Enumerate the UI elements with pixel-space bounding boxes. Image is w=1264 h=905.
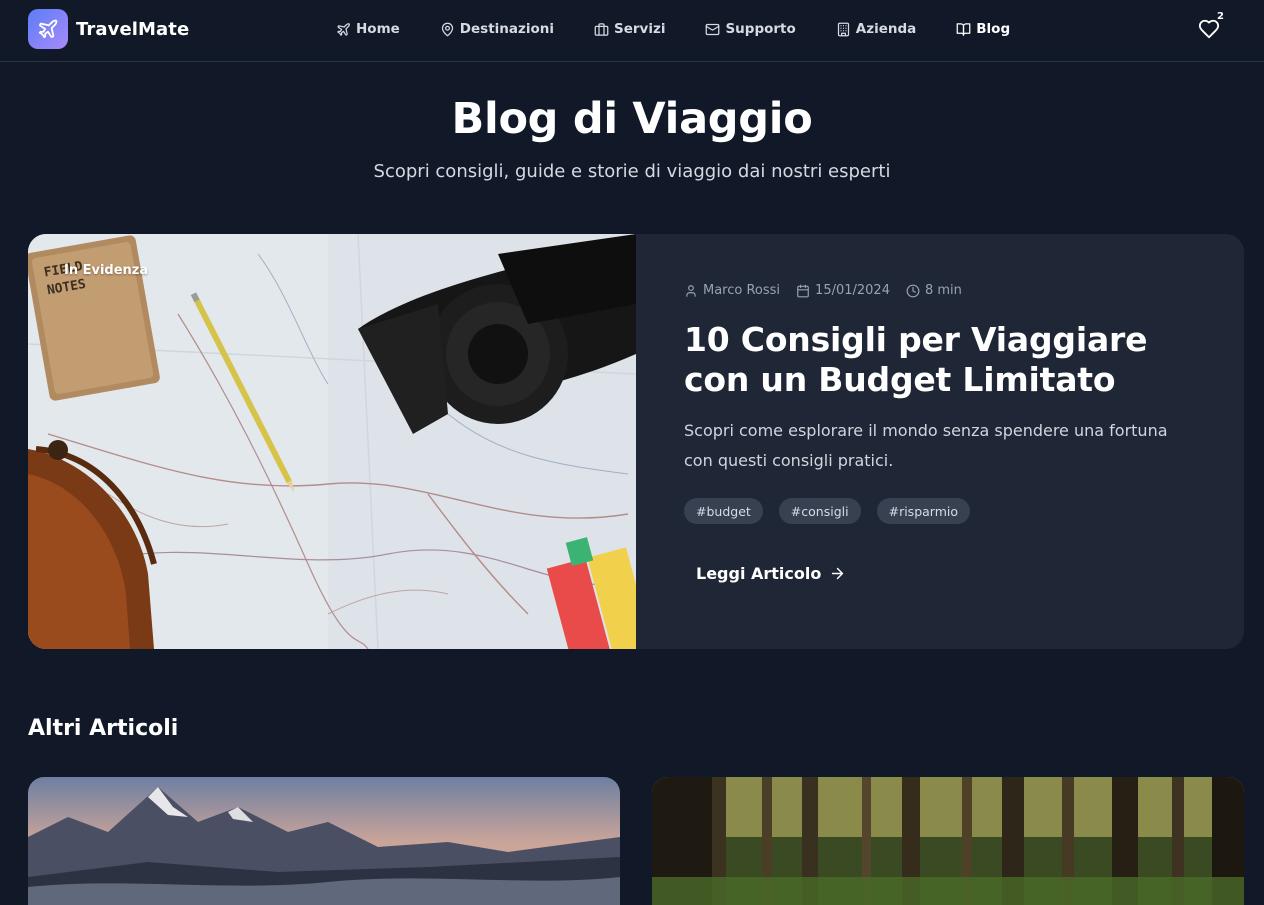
read-article-label: Leggi Articolo	[696, 564, 822, 583]
article-date: 15/01/2024	[796, 283, 890, 298]
article-read-time-value: 8 min	[924, 283, 962, 298]
mountain-photo	[28, 777, 620, 905]
nav-item-azienda[interactable]: Azienda	[836, 21, 916, 37]
clock-icon	[906, 284, 920, 297]
read-article-button[interactable]: Leggi Articolo	[696, 564, 846, 583]
building-icon	[837, 22, 849, 36]
plane-logo-icon	[28, 9, 68, 49]
calendar-icon	[797, 284, 809, 297]
arrow-right-icon	[832, 567, 844, 580]
map-pin-icon	[441, 22, 453, 36]
article-author-name: Marco Rossi	[703, 283, 781, 298]
article-meta: Marco Rossi 15/01/2024 8 min	[684, 283, 978, 298]
featured-badge: In Evidenza	[64, 263, 149, 278]
other-articles-title: Altri Articoli	[28, 716, 179, 741]
top-navbar: TravelMate Home Destinazioni Servizi Sup…	[0, 0, 1264, 62]
article-date-value: 15/01/2024	[815, 283, 890, 298]
plane-icon	[337, 22, 350, 36]
article-read-time: 8 min	[906, 283, 962, 298]
book-open-icon	[956, 22, 971, 36]
nav-item-servizi[interactable]: Servizi	[594, 21, 665, 37]
nav-label: Destinazioni	[459, 21, 554, 37]
brand[interactable]: TravelMate	[28, 9, 189, 49]
brand-name: TravelMate	[76, 18, 190, 40]
featured-article-excerpt: Scopri come esplorare il mondo senza spe…	[684, 421, 1168, 470]
forest-photo	[652, 777, 1244, 905]
featured-article-image: FIELD NOTES In Evidenza	[28, 234, 636, 649]
nav-label: Supporto	[725, 21, 796, 37]
favorites-count-badge: 2	[1217, 11, 1224, 22]
nav-label: Home	[356, 21, 400, 37]
article-author: Marco Rossi	[684, 283, 780, 298]
nav-label: Servizi	[614, 21, 666, 37]
nav-item-blog[interactable]: Blog	[956, 21, 1010, 37]
briefcase-icon	[594, 22, 609, 36]
tag-chip[interactable]: #risparmio	[876, 498, 971, 524]
article-card-forest[interactable]	[652, 777, 1244, 905]
nav-label: Blog	[976, 21, 1011, 37]
tag-chip[interactable]: #budget	[684, 498, 763, 524]
page-title: Blog di Viaggio	[451, 94, 813, 144]
user-icon	[686, 284, 696, 297]
featured-article-content: Marco Rossi 15/01/2024 8 min 10 Consigli…	[636, 234, 1244, 649]
nav-item-supporto[interactable]: Supporto	[705, 21, 796, 37]
article-tags: #budget #consigli #risparmio	[684, 498, 971, 524]
mail-icon	[706, 23, 720, 35]
tag-chip[interactable]: #consigli	[778, 498, 861, 524]
article-card-mountains[interactable]	[28, 777, 620, 905]
nav-item-home[interactable]: Home	[336, 21, 400, 37]
page-subtitle: Scopri consigli, guide e storie di viagg…	[373, 161, 891, 182]
favorites-button[interactable]: 2	[1198, 11, 1224, 44]
map-camera-photo: FIELD NOTES	[28, 234, 636, 649]
nav-label: Azienda	[855, 21, 917, 37]
featured-article-card[interactable]: FIELD NOTES In Evidenza Marco Rossi 15/0…	[28, 234, 1244, 649]
featured-article-title[interactable]: 10 Consigli per Viaggiare con un Budget …	[684, 320, 1204, 400]
nav-item-destinazioni[interactable]: Destinazioni	[440, 21, 554, 37]
main-nav: Home Destinazioni Servizi Supporto Azien…	[336, 18, 1050, 40]
